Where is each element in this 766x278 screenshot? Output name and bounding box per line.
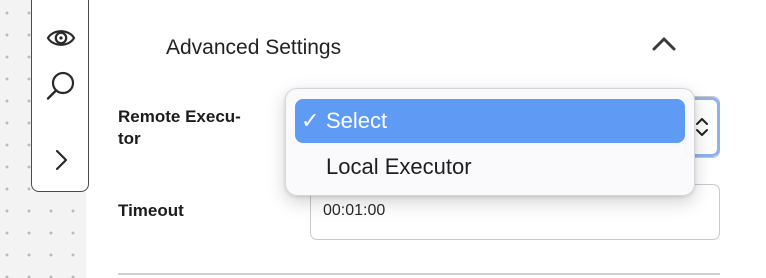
remote-executor-dropdown: ✓ Select Local Executor <box>285 88 695 196</box>
side-toolbar <box>31 0 89 192</box>
updown-chevron-icon <box>696 118 708 136</box>
timeout-label: Timeout <box>118 201 184 220</box>
section-title: Advanced Settings <box>166 36 342 59</box>
expand-button[interactable] <box>42 141 80 179</box>
search-button[interactable] <box>42 67 80 105</box>
section-divider <box>118 273 720 275</box>
checkmark-icon: ✓ <box>301 108 320 133</box>
preview-button[interactable] <box>42 19 80 57</box>
remote-executor-label: Remote Execu- tor <box>118 107 241 148</box>
option-label: Select <box>326 108 388 133</box>
chevron-up-icon <box>652 37 676 51</box>
dropdown-option-local-executor[interactable]: Local Executor <box>295 145 685 189</box>
search-icon <box>46 71 75 100</box>
dropdown-option-select[interactable]: ✓ Select <box>295 99 685 143</box>
option-label: Local Executor <box>326 154 472 179</box>
chevron-right-icon <box>55 149 68 171</box>
eye-icon <box>46 30 76 46</box>
collapse-section-button[interactable] <box>650 32 678 56</box>
